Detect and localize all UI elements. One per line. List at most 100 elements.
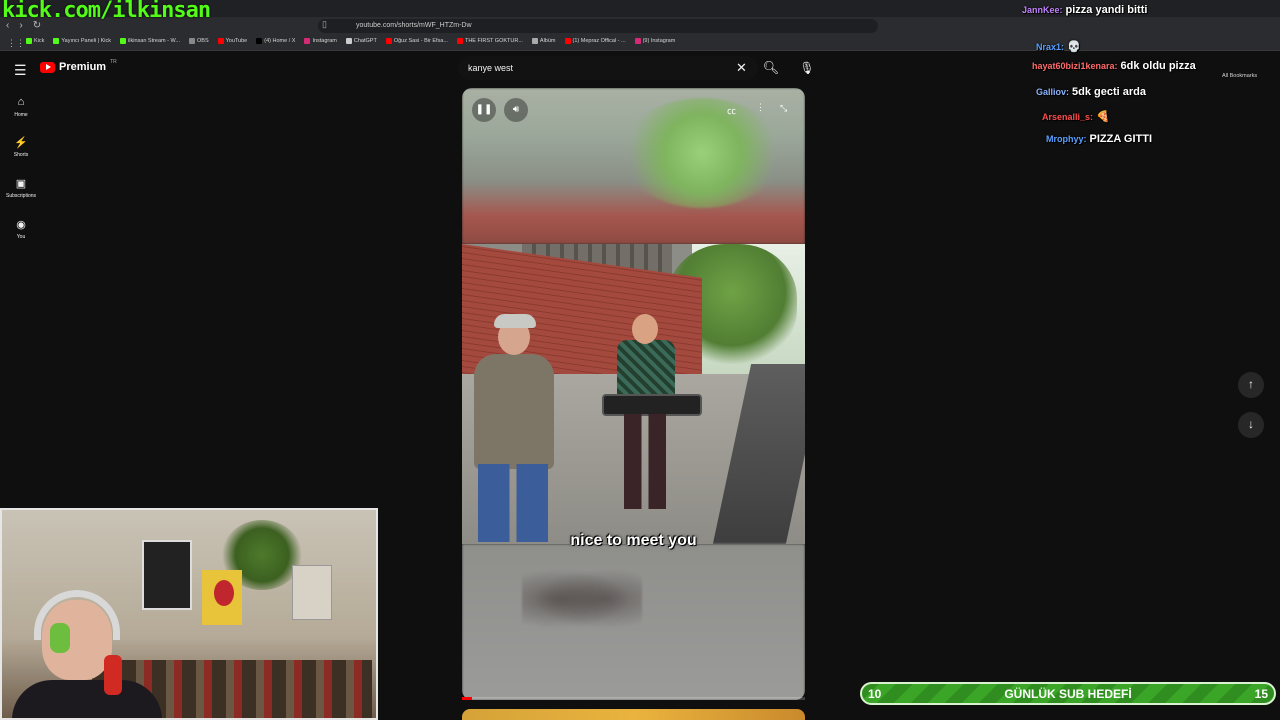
you-icon: ◉: [16, 219, 26, 231]
bookmark-item[interactable]: ChatGPT: [345, 38, 377, 44]
bookmark-favicon-icon: [120, 38, 127, 44]
shorts-icon: ⚡: [14, 137, 28, 149]
search-input[interactable]: kanye west: [458, 56, 758, 80]
streamer: [12, 585, 162, 718]
bookmark-item[interactable]: THE FIRST GOKTUR...: [456, 38, 523, 44]
search-value: kanye west: [468, 63, 514, 73]
shorts-video-player[interactable]: [462, 88, 805, 700]
bookmark-favicon-icon: [256, 38, 263, 44]
home-icon: ⌂: [17, 96, 25, 108]
kick-channel-overlay: kick.com/ilkinsan: [2, 0, 211, 23]
microphone: [104, 655, 122, 695]
pause-icon: ❚❚: [475, 104, 493, 115]
bookmark-item[interactable]: YouTube: [217, 38, 248, 44]
volume-icon: 🔊︎: [512, 104, 520, 115]
bookmark-favicon-icon: [217, 38, 224, 44]
chat-username: Mrophyy:: [1046, 134, 1087, 144]
sidebar-item-shorts[interactable]: ⚡ Shorts: [0, 136, 42, 158]
chat-message: Galliov: 5dk gecti arda: [1036, 86, 1146, 98]
bookmark-item[interactable]: OBS: [189, 38, 209, 44]
bookmark-favicon-icon: [564, 38, 571, 44]
menu-icon[interactable]: ☰: [14, 62, 27, 79]
video-caption: nice to meet you: [570, 532, 697, 549]
bookmark-item[interactable]: ilkinsan Stream - W...: [120, 38, 180, 44]
pause-button[interactable]: ❚❚: [472, 98, 496, 122]
sidebar-item-label: Home: [14, 112, 28, 118]
chat-text: 5dk gecti arda: [1072, 86, 1146, 98]
bookmark-favicon-icon: [385, 38, 392, 44]
bookmark-label: (4) Home / X: [264, 38, 296, 44]
daily-sub-goal-bar: GÜNLÜK SUB HEDEFİ 10 15: [860, 682, 1276, 705]
bookmark-item[interactable]: Oğuz Sasi - Bir Efsa...: [385, 38, 448, 44]
bookmark-item[interactable]: Albüm: [531, 38, 556, 44]
bookmark-favicon-icon: [531, 38, 538, 44]
bookmark-favicon-icon: [53, 38, 60, 44]
bookmark-item[interactable]: (1) Mepraz Offical - ...: [564, 38, 626, 44]
bookmark-item[interactable]: Kick: [26, 38, 44, 44]
brand-label: Premium: [59, 61, 107, 73]
sidebar-item-home[interactable]: ⌂ Home: [0, 96, 42, 118]
volume-button[interactable]: 🔊︎: [504, 98, 528, 122]
bookmark-favicon-icon: [456, 38, 463, 44]
bookmark-label: Instagram: [312, 38, 337, 44]
chat-message: hayat60bizi1kenara: 6dk oldu pizza: [1032, 60, 1196, 72]
all-bookmarks-link[interactable]: All Bookmarks: [1222, 73, 1257, 79]
chat-username: Nrax1:: [1036, 42, 1065, 52]
clear-search-icon[interactable]: ✕: [736, 60, 747, 76]
youtube-premium-logo[interactable]: Premium TR: [40, 59, 117, 73]
region-label: TR: [110, 59, 117, 65]
chat-text: 6dk oldu pizza: [1120, 60, 1196, 72]
bookmark-label: ilkinsan Stream - W...: [128, 38, 180, 44]
subscriptions-icon: ▣: [15, 178, 27, 190]
bookmark-label: Kick: [34, 38, 45, 44]
person-elderly-man: [462, 314, 572, 544]
sidebar-item-you[interactable]: ◉ You: [0, 218, 42, 240]
bookmarks-bar: Kick Yayıncı Paneli | Kick ilkinsan Stream…: [0, 35, 1280, 79]
url-field[interactable]: youtube.com/shorts/mWF_HTZm-Dw: [318, 19, 878, 33]
previous-short-button[interactable]: ↑: [1238, 372, 1264, 398]
bookmark-label: (1) Mepraz Offical - ...: [572, 38, 626, 44]
chat-text: 🍕: [1096, 111, 1110, 123]
bookmark-item[interactable]: Yayıncı Paneli | Kick: [53, 38, 111, 44]
video-bottom-blur: [462, 544, 805, 700]
bookmark-label: Oğuz Sasi - Bir Efsa...: [393, 38, 448, 44]
bookmark-item[interactable]: (9) Instagram: [634, 38, 676, 44]
bookmark-page-icon[interactable]: ▯: [322, 19, 327, 30]
microphone-icon: 🎙︎: [799, 61, 815, 75]
fullscreen-icon[interactable]: ⤡: [780, 103, 787, 114]
bookmark-favicon-icon: [345, 38, 352, 44]
arrow-down-icon: ↓: [1248, 417, 1254, 431]
bookmark-label: Yayıncı Paneli | Kick: [61, 38, 112, 44]
next-short-button[interactable]: ↓: [1238, 412, 1264, 438]
bookmark-favicon-icon: [189, 38, 195, 44]
bookmark-favicon-icon: [26, 38, 32, 44]
apps-grid-icon[interactable]: ⋮⋮: [7, 38, 25, 49]
chat-text: pizza yandi bitti: [1065, 4, 1148, 16]
bookmark-label: YouTube: [225, 38, 248, 44]
voice-search-button[interactable]: 🎙︎: [795, 56, 819, 80]
chat-username: hayat60bizi1kenara:: [1032, 61, 1118, 71]
headset: [34, 590, 120, 640]
sidebar-item-subscriptions[interactable]: ▣ Subscriptions: [0, 177, 42, 199]
sidebar-item-label: You: [16, 234, 26, 240]
bookmark-label: THE FIRST GOKTUR...: [464, 38, 523, 44]
bookmark-label: Albüm: [539, 38, 556, 44]
captions-icon[interactable]: ㏄: [727, 104, 736, 117]
video-progress-fill: [462, 697, 473, 700]
bookmark-item[interactable]: (4) Home / X: [256, 38, 295, 44]
bookmark-item[interactable]: Instagram: [304, 38, 337, 44]
arrow-up-icon: ↑: [1248, 377, 1254, 391]
chat-message: Arsenalli_s: 🍕: [1042, 110, 1110, 123]
video-progress-bar[interactable]: [462, 697, 805, 700]
more-options-icon[interactable]: ⋮: [756, 102, 765, 113]
search-button[interactable]: 🔍︎: [758, 56, 784, 80]
chat-message: Nrax1: 💀: [1036, 40, 1081, 53]
chat-text: PIZZA GITTI: [1089, 133, 1153, 145]
streamer-webcam: [0, 508, 378, 720]
bookmark-label: (9) Instagram: [642, 38, 676, 44]
youtube-play-icon: [40, 61, 55, 73]
chat-text: 💀: [1067, 41, 1081, 53]
sub-goal-title: GÜNLÜK SUB HEDEFİ: [1004, 687, 1132, 701]
next-short-preview[interactable]: [462, 709, 805, 720]
bookmark-label: ChatGPT: [353, 38, 377, 44]
